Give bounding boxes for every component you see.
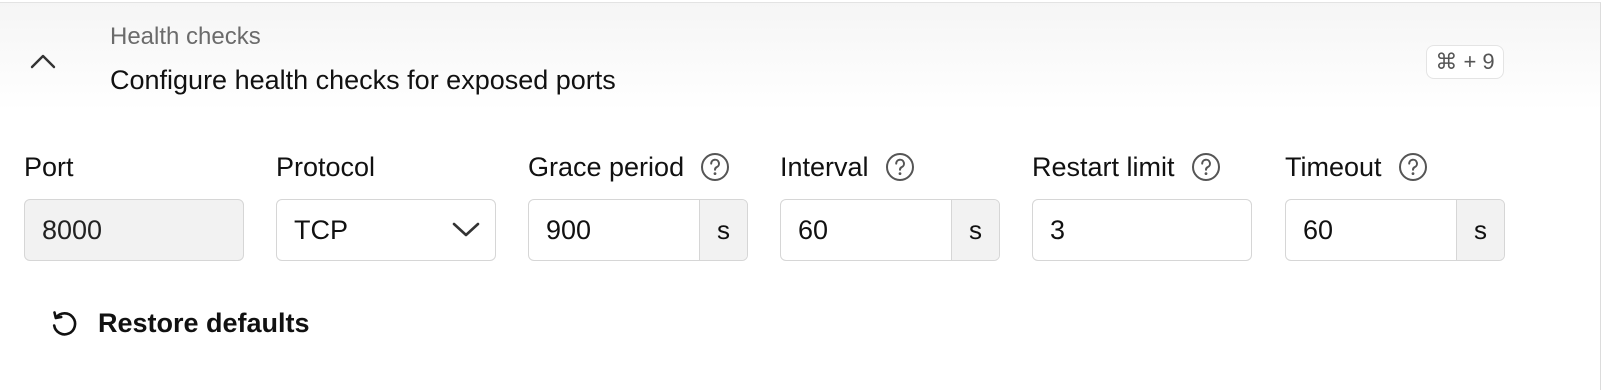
interval-label-row: Interval xyxy=(780,149,915,185)
restart-limit-field: Restart limit 3 xyxy=(1032,149,1252,261)
timeout-label-row: Timeout xyxy=(1285,149,1428,185)
section-eyebrow: Health checks xyxy=(110,23,261,50)
protocol-field: Protocol TCP xyxy=(276,149,496,261)
timeout-label: Timeout xyxy=(1285,151,1382,182)
section-title: Configure health checks for exposed port… xyxy=(110,65,616,95)
timeout-value: 60 xyxy=(1303,214,1334,245)
chevron-up-icon xyxy=(30,54,56,69)
interval-input[interactable]: 60 s xyxy=(780,199,1000,261)
port-input[interactable]: 8000 xyxy=(24,199,244,261)
grace-period-value: 900 xyxy=(546,214,592,245)
help-icon[interactable] xyxy=(1398,152,1428,182)
help-icon[interactable] xyxy=(700,152,730,182)
port-value: 8000 xyxy=(42,214,103,245)
interval-field: Interval 60 s xyxy=(780,149,1000,261)
chevron-down-icon xyxy=(437,200,495,260)
restart-limit-input[interactable]: 3 xyxy=(1032,199,1252,261)
grace-period-label-row: Grace period xyxy=(528,149,730,185)
port-field: Port 8000 xyxy=(24,149,244,261)
grace-period-input[interactable]: 900 s xyxy=(528,199,748,261)
health-checks-panel: Health checks Configure health checks fo… xyxy=(0,2,1601,390)
restore-defaults-label: Restore defaults xyxy=(98,307,310,338)
interval-unit: s xyxy=(951,200,999,260)
grace-period-label: Grace period xyxy=(528,151,685,182)
restart-limit-label-row: Restart limit xyxy=(1032,149,1221,185)
restart-limit-label: Restart limit xyxy=(1032,151,1175,182)
protocol-select[interactable]: TCP xyxy=(276,199,496,261)
restart-limit-value: 3 xyxy=(1050,214,1066,245)
restore-defaults-button[interactable]: Restore defaults xyxy=(46,303,310,343)
timeout-field: Timeout 60 s xyxy=(1285,149,1505,261)
grace-period-unit: s xyxy=(699,200,747,260)
interval-label: Interval xyxy=(780,151,869,182)
help-icon[interactable] xyxy=(885,152,915,182)
timeout-input[interactable]: 60 s xyxy=(1285,199,1505,261)
restore-icon xyxy=(46,305,82,341)
section-header: Health checks Configure health checks fo… xyxy=(0,3,1600,111)
protocol-value: TCP xyxy=(294,214,348,245)
protocol-label: Protocol xyxy=(276,151,376,182)
keyboard-shortcut-badge: ⌘ + 9 xyxy=(1426,45,1504,79)
port-label: Port xyxy=(24,151,74,182)
timeout-unit: s xyxy=(1456,200,1504,260)
interval-value: 60 xyxy=(798,214,829,245)
help-icon[interactable] xyxy=(1191,152,1221,182)
collapse-button[interactable] xyxy=(26,48,60,74)
grace-period-field: Grace period 900 s xyxy=(528,149,748,261)
